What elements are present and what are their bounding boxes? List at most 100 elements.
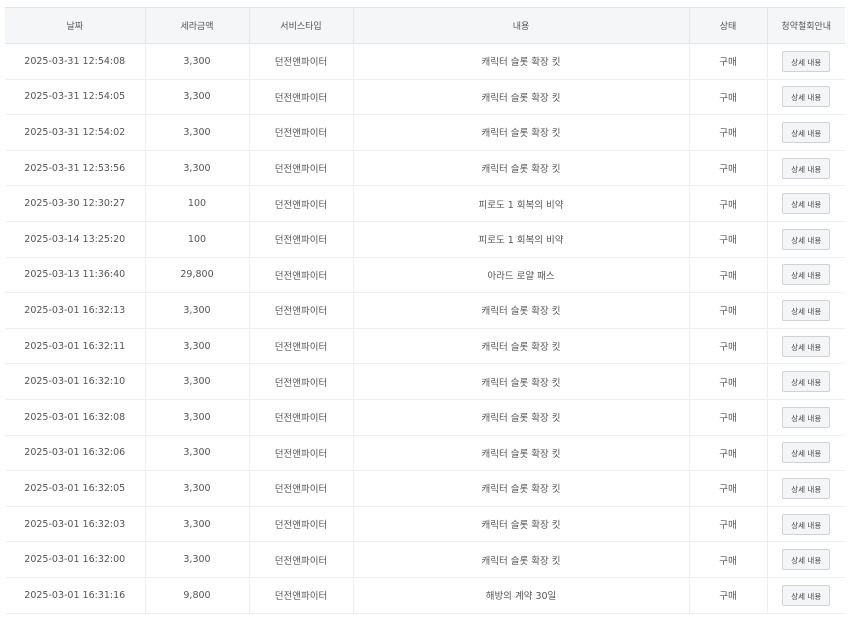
table-row: 2025-03-31 12:54:08 3,300 던전앤파이터 캐릭터 슬롯 확장 … <box>5 43 845 80</box>
cell-content: 캐릭터 슬롯 확장 킷 <box>353 506 690 543</box>
detail-button[interactable]: 상세 내용 <box>782 86 831 108</box>
cell-service-type: 던전앤파이터 <box>249 257 354 294</box>
cell-status: 구매 <box>689 363 768 400</box>
header-status: 상태 <box>689 7 768 44</box>
cell-amount: 3,300 <box>145 292 250 329</box>
detail-button[interactable]: 상세 내용 <box>782 406 831 428</box>
cell-status: 구매 <box>689 79 768 116</box>
detail-button[interactable]: 상세 내용 <box>782 264 831 286</box>
table-body: 2025-03-31 12:54:08 3,300 던전앤파이터 캐릭터 슬롯 확장 … <box>5 43 845 614</box>
cell-withdrawal-info: 상세 내용 <box>767 506 845 543</box>
cell-amount: 100 <box>145 221 250 258</box>
cell-content: 캐릭터 슬롯 확장 킷 <box>353 43 690 80</box>
cell-content: 캐릭터 슬롯 확장 킷 <box>353 79 690 116</box>
cell-date: 2025-03-01 16:31:16 <box>5 577 146 614</box>
cell-withdrawal-info: 상세 내용 <box>767 577 845 614</box>
cell-amount: 3,300 <box>145 114 250 151</box>
detail-button[interactable]: 상세 내용 <box>782 50 831 72</box>
cell-date: 2025-03-13 11:36:40 <box>5 257 146 294</box>
cell-amount: 3,300 <box>145 43 250 80</box>
purchase-history-table-wrapper: 날짜 세라금액 서비스타입 내용 상태 청약철회안내 2025-03-31 12… <box>5 7 845 614</box>
cell-withdrawal-info: 상세 내용 <box>767 470 845 507</box>
table-header: 날짜 세라금액 서비스타입 내용 상태 청약철회안내 <box>5 7 845 44</box>
detail-button[interactable]: 상세 내용 <box>782 442 831 464</box>
cell-service-type: 던전앤파이터 <box>249 43 354 80</box>
table-row: 2025-03-01 16:32:03 3,300 던전앤파이터 캐릭터 슬롯 확장 … <box>5 506 845 543</box>
cell-date: 2025-03-01 16:32:11 <box>5 328 146 365</box>
cell-withdrawal-info: 상세 내용 <box>767 114 845 151</box>
cell-amount: 3,300 <box>145 541 250 578</box>
cell-date: 2025-03-14 13:25:20 <box>5 221 146 258</box>
cell-content: 캐릭터 슬롯 확장 킷 <box>353 470 690 507</box>
cell-service-type: 던전앤파이터 <box>249 399 354 436</box>
header-row: 날짜 세라금액 서비스타입 내용 상태 청약철회안내 <box>5 7 845 44</box>
cell-status: 구매 <box>689 150 768 187</box>
cell-service-type: 던전앤파이터 <box>249 577 354 614</box>
table-row: 2025-03-01 16:32:06 3,300 던전앤파이터 캐릭터 슬롯 확장 … <box>5 435 845 472</box>
cell-service-type: 던전앤파이터 <box>249 79 354 116</box>
cell-date: 2025-03-01 16:32:13 <box>5 292 146 329</box>
cell-service-type: 던전앤파이터 <box>249 221 354 258</box>
table-row: 2025-03-14 13:25:20 100 던전앤파이터 피로도 1 회복의 비약… <box>5 221 845 258</box>
table-row: 2025-03-01 16:32:00 3,300 던전앤파이터 캐릭터 슬롯 확장 … <box>5 541 845 578</box>
cell-status: 구매 <box>689 292 768 329</box>
table-row: 2025-03-31 12:53:56 3,300 던전앤파이터 캐릭터 슬롯 확장 … <box>5 150 845 187</box>
cell-content: 해방의 계약 30일 <box>353 577 690 614</box>
cell-date: 2025-03-30 12:30:27 <box>5 185 146 222</box>
table-row: 2025-03-31 12:54:02 3,300 던전앤파이터 캐릭터 슬롯 확장 … <box>5 114 845 151</box>
cell-content: 아라드 로얄 패스 <box>353 257 690 294</box>
cell-content: 피로도 1 회복의 비약 <box>353 221 690 258</box>
cell-status: 구매 <box>689 577 768 614</box>
cell-date: 2025-03-01 16:32:08 <box>5 399 146 436</box>
detail-button[interactable]: 상세 내용 <box>782 477 831 499</box>
cell-service-type: 던전앤파이터 <box>249 506 354 543</box>
cell-status: 구매 <box>689 435 768 472</box>
detail-button[interactable]: 상세 내용 <box>782 335 831 357</box>
cell-date: 2025-03-01 16:32:03 <box>5 506 146 543</box>
detail-button[interactable]: 상세 내용 <box>782 193 831 215</box>
header-amount: 세라금액 <box>145 7 250 44</box>
cell-amount: 3,300 <box>145 470 250 507</box>
cell-content: 캐릭터 슬롯 확장 킷 <box>353 399 690 436</box>
detail-button[interactable]: 상세 내용 <box>782 121 831 143</box>
cell-withdrawal-info: 상세 내용 <box>767 541 845 578</box>
detail-button[interactable]: 상세 내용 <box>782 549 831 571</box>
cell-date: 2025-03-31 12:53:56 <box>5 150 146 187</box>
detail-button[interactable]: 상세 내용 <box>782 228 831 250</box>
cell-service-type: 던전앤파이터 <box>249 150 354 187</box>
detail-button[interactable]: 상세 내용 <box>782 299 831 321</box>
cell-amount: 3,300 <box>145 435 250 472</box>
cell-withdrawal-info: 상세 내용 <box>767 363 845 400</box>
cell-amount: 3,300 <box>145 363 250 400</box>
cell-content: 캐릭터 슬롯 확장 킷 <box>353 114 690 151</box>
cell-service-type: 던전앤파이터 <box>249 292 354 329</box>
cell-withdrawal-info: 상세 내용 <box>767 435 845 472</box>
detail-button[interactable]: 상세 내용 <box>782 584 831 606</box>
table-row: 2025-03-30 12:30:27 100 던전앤파이터 피로도 1 회복의 비약… <box>5 185 845 222</box>
cell-status: 구매 <box>689 185 768 222</box>
detail-button[interactable]: 상세 내용 <box>782 157 831 179</box>
cell-content: 피로도 1 회복의 비약 <box>353 185 690 222</box>
cell-amount: 3,300 <box>145 399 250 436</box>
cell-status: 구매 <box>689 328 768 365</box>
cell-service-type: 던전앤파이터 <box>249 114 354 151</box>
cell-service-type: 던전앤파이터 <box>249 363 354 400</box>
cell-content: 캐릭터 슬롯 확장 킷 <box>353 292 690 329</box>
detail-button[interactable]: 상세 내용 <box>782 371 831 393</box>
cell-date: 2025-03-01 16:32:10 <box>5 363 146 400</box>
detail-button[interactable]: 상세 내용 <box>782 513 831 535</box>
cell-withdrawal-info: 상세 내용 <box>767 399 845 436</box>
cell-withdrawal-info: 상세 내용 <box>767 328 845 365</box>
cell-withdrawal-info: 상세 내용 <box>767 257 845 294</box>
cell-withdrawal-info: 상세 내용 <box>767 221 845 258</box>
cell-amount: 3,300 <box>145 328 250 365</box>
cell-withdrawal-info: 상세 내용 <box>767 150 845 187</box>
cell-date: 2025-03-01 16:32:05 <box>5 470 146 507</box>
cell-date: 2025-03-31 12:54:02 <box>5 114 146 151</box>
cell-status: 구매 <box>689 114 768 151</box>
cell-status: 구매 <box>689 221 768 258</box>
table-row: 2025-03-01 16:31:16 9,800 던전앤파이터 해방의 계약 30일… <box>5 577 845 614</box>
cell-service-type: 던전앤파이터 <box>249 541 354 578</box>
cell-withdrawal-info: 상세 내용 <box>767 79 845 116</box>
cell-status: 구매 <box>689 399 768 436</box>
